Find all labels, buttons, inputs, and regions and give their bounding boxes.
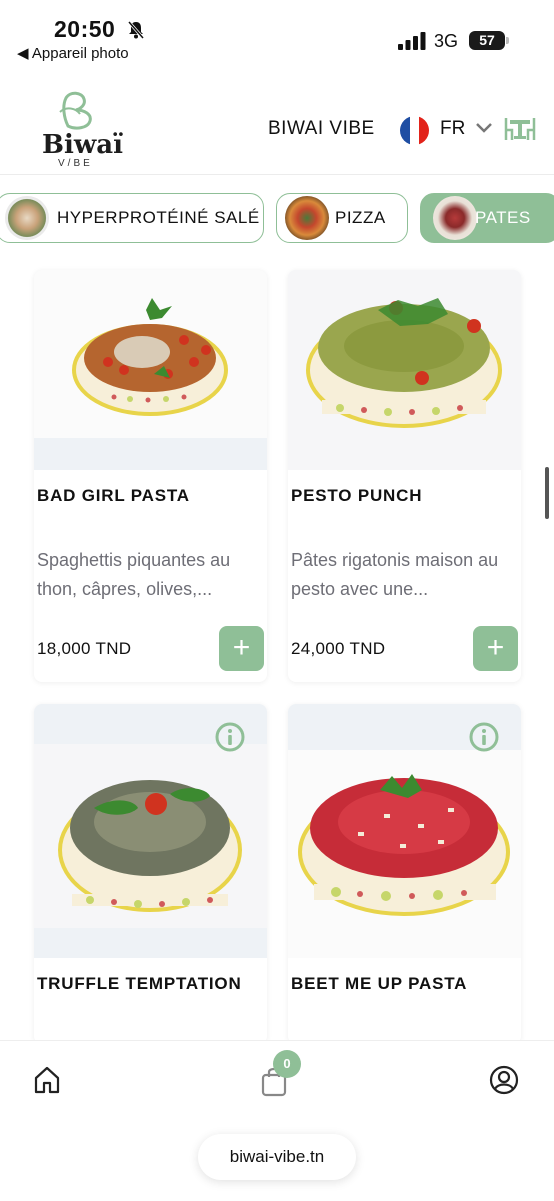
home-icon[interactable] xyxy=(32,1065,62,1095)
product-description: Spaghettis piquantes au thon, câpres, ol… xyxy=(37,550,231,599)
product-name: BAD GIRL PASTA xyxy=(37,486,190,505)
category-label: PIZZA xyxy=(335,208,386,227)
category-chip-hyperproteine[interactable]: HYPERPROTÉINÉ SALÉ xyxy=(0,193,264,243)
add-to-cart-button[interactable]: + xyxy=(219,626,264,671)
user-icon[interactable] xyxy=(489,1065,519,1095)
product-name: BEET ME UP PASTA xyxy=(291,974,468,993)
logo-subtitle: V/BE xyxy=(58,158,93,169)
product-card[interactable]: BEET ME UP PASTA xyxy=(288,704,521,1044)
status-bar: 20:50 ◀ Appareil photo 3G 57 xyxy=(0,0,554,70)
product-price: 24,000 TND xyxy=(291,639,386,658)
logo-b-icon xyxy=(59,91,92,130)
category-thumbnail xyxy=(285,196,329,240)
clock: 20:50 xyxy=(54,16,116,42)
flag-fr-icon[interactable] xyxy=(400,116,429,145)
network-type: 3G xyxy=(434,31,459,51)
category-chip-pizza[interactable]: PIZZA xyxy=(276,193,408,243)
page-scrollbar[interactable] xyxy=(545,467,549,519)
chevron-down-icon[interactable] xyxy=(474,120,494,136)
category-label: PATES xyxy=(475,208,531,227)
product-name: PESTO PUNCH xyxy=(291,486,423,505)
pesto-punch-image xyxy=(306,298,502,428)
product-card[interactable]: PESTO PUNCH Pâtes rigatonis maison au pe… xyxy=(288,270,521,682)
add-to-cart-button[interactable]: + xyxy=(473,626,518,671)
battery-tip xyxy=(506,37,509,44)
product-image-area xyxy=(34,704,267,958)
product-name: TRUFFLE TEMPTATION xyxy=(37,974,242,993)
info-icon[interactable] xyxy=(215,722,245,752)
cart-count-badge: 0 xyxy=(273,1050,301,1078)
info-icon[interactable] xyxy=(469,722,499,752)
table-chairs-icon[interactable] xyxy=(504,116,536,142)
site-header: Biwaï V/BE BIWAI VIBE FR xyxy=(0,80,554,175)
browser-url-bar[interactable]: biwai-vibe.tn xyxy=(198,1134,356,1180)
battery-icon: 57 xyxy=(469,31,505,50)
brand-logo[interactable]: Biwaï V/BE xyxy=(40,88,123,169)
category-thumbnail xyxy=(433,196,477,240)
category-chip-pates[interactable]: PATES xyxy=(420,193,554,243)
language-selector[interactable]: FR xyxy=(440,118,465,140)
product-image-area xyxy=(34,270,267,470)
signal-bars-icon xyxy=(398,32,426,50)
site-title[interactable]: BIWAI VIBE xyxy=(268,118,375,140)
category-thumbnail xyxy=(5,196,49,240)
back-to-app-link[interactable]: ◀ Appareil photo xyxy=(17,44,129,62)
product-image-area xyxy=(288,270,521,470)
logo-wordmark: Biwaï xyxy=(42,130,123,160)
product-price: 18,000 TND xyxy=(37,639,132,658)
product-description: Pâtes rigatonis maison au pesto avec une… xyxy=(291,550,499,599)
bad-girl-pasta-image xyxy=(72,298,228,416)
product-card[interactable]: TRUFFLE TEMPTATION xyxy=(34,704,267,1044)
product-card[interactable]: BAD GIRL PASTA Spaghettis piquantes au t… xyxy=(34,270,267,682)
category-label: HYPERPROTÉINÉ SALÉ xyxy=(57,208,260,227)
product-image-area xyxy=(288,704,521,958)
bell-muted-icon xyxy=(127,21,145,39)
